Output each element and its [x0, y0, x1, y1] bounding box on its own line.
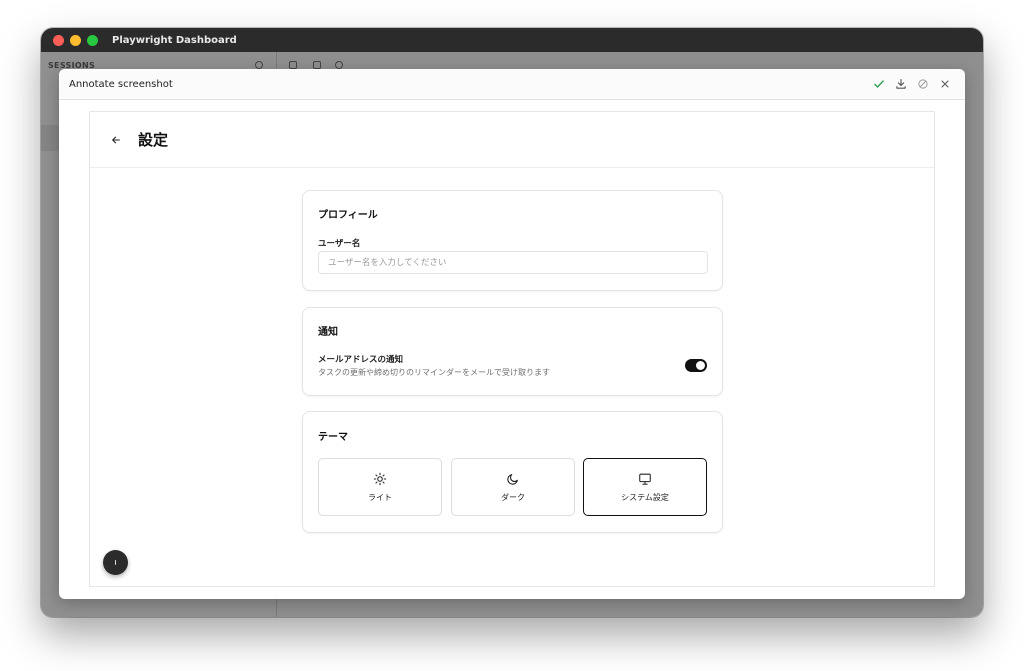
- theme-option-light[interactable]: ライト: [318, 458, 442, 516]
- settings-topbar: 設定: [90, 112, 934, 168]
- annotate-dialog: Annotate screenshot 設定 プロフィール ユーザー名 通知: [59, 69, 965, 599]
- info-icon: [114, 560, 117, 565]
- profile-title: プロフィール: [318, 210, 378, 221]
- theme-option-system[interactable]: システム設定: [583, 458, 707, 516]
- email-notification-toggle[interactable]: [685, 359, 707, 372]
- close-icon: [941, 80, 949, 88]
- monitor-icon: [639, 473, 651, 485]
- email-notification-label: メールアドレスの通知: [318, 355, 404, 365]
- toggle-knob: [696, 361, 705, 370]
- frame-icon[interactable]: [313, 61, 321, 69]
- notifications-card: 通知 メールアドレスの通知 タスクの更新や締め切りのリマインダーをメールで受け取…: [302, 307, 723, 396]
- page-title: 設定: [138, 131, 169, 149]
- record-icon[interactable]: [335, 61, 343, 69]
- username-input[interactable]: [318, 251, 708, 274]
- dialog-header: Annotate screenshot: [59, 69, 965, 100]
- back-button[interactable]: [106, 130, 126, 150]
- gear-icon[interactable]: [255, 61, 263, 69]
- theme-option-dark[interactable]: ダーク: [451, 458, 575, 516]
- dialog-title: Annotate screenshot: [69, 78, 173, 90]
- notifications-title: 通知: [318, 327, 338, 338]
- theme-option-label: システム設定: [621, 492, 669, 502]
- floating-action-button[interactable]: [103, 550, 128, 575]
- close-window-button[interactable]: [53, 34, 64, 46]
- check-icon: [874, 80, 884, 88]
- profile-card: プロフィール ユーザー名: [302, 190, 723, 291]
- arrow-left-icon: [112, 136, 120, 143]
- window-title: Playwright Dashboard: [112, 34, 237, 46]
- block-icon: [918, 79, 928, 89]
- close-dialog-button[interactable]: [935, 74, 955, 94]
- window-titlebar: Playwright Dashboard: [41, 28, 983, 52]
- theme-card: テーマ ライト ダーク システム設定: [302, 411, 723, 533]
- minimize-window-button[interactable]: [70, 34, 81, 46]
- theme-option-label: ダーク: [501, 492, 525, 502]
- theme-option-label: ライト: [368, 492, 392, 502]
- lock-icon[interactable]: [289, 61, 297, 69]
- download-icon: [896, 78, 906, 89]
- maximize-window-button[interactable]: [87, 34, 98, 46]
- theme-title: テーマ: [318, 432, 348, 443]
- download-button[interactable]: [891, 74, 911, 94]
- email-notification-description: タスクの更新や締め切りのリマインダーをメールで受け取ります: [318, 368, 550, 377]
- accept-button[interactable]: [869, 74, 889, 94]
- screenshot-canvas[interactable]: 設定 プロフィール ユーザー名 通知 メールアドレスの通知 タスクの更新や締め切…: [89, 111, 935, 587]
- sun-icon: [373, 472, 387, 485]
- moon-icon: [507, 473, 518, 485]
- username-label: ユーザー名: [318, 239, 361, 249]
- discard-button[interactable]: [913, 74, 933, 94]
